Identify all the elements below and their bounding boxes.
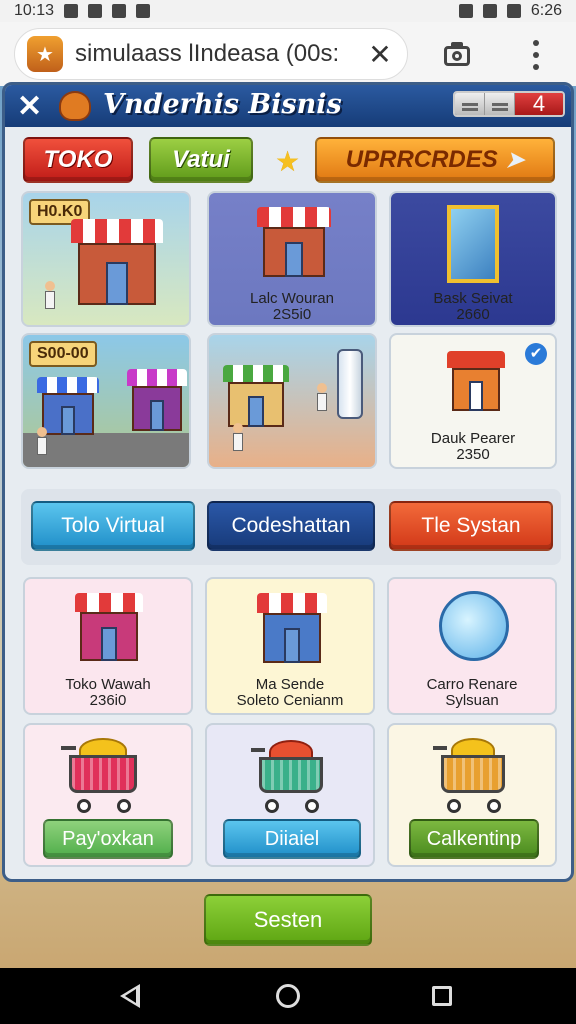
- category-bar: Tolo Virtual Codeshattan Tle Systan: [21, 489, 561, 565]
- shopping-cart-icon: [61, 735, 145, 813]
- product-grid: Toko Wawah 236i0 Ma Sende Soleto Cenianm…: [21, 577, 561, 869]
- recent-apps-icon[interactable]: [432, 986, 452, 1006]
- shopper-icon: [37, 427, 47, 455]
- card-subtitle: Sylsuan: [445, 692, 499, 709]
- card-price: 236i0: [89, 692, 127, 709]
- shopper-icon: [45, 281, 55, 309]
- tab-vatui[interactable]: Vatui: [149, 137, 253, 183]
- close-tab-icon[interactable]: ✕: [365, 38, 395, 71]
- list-icon[interactable]: [455, 93, 485, 115]
- download-icon: [88, 4, 103, 18]
- shop-icon: [127, 369, 187, 431]
- card-name: Lalc Wouran: [250, 290, 334, 307]
- house-icon: [447, 351, 505, 411]
- window-controls: 4: [453, 91, 565, 117]
- panel-titlebar: ✕ Vnderhis Bisnis 4: [5, 85, 571, 127]
- card-price: 2350: [456, 446, 490, 463]
- system-button[interactable]: Tle Systan: [389, 501, 553, 551]
- check-icon: ✔: [525, 343, 547, 365]
- card-name: Ma Sende: [255, 676, 325, 693]
- arrow-right-icon: ➤: [505, 147, 525, 172]
- notification-icon: [64, 4, 79, 18]
- upgrades-button[interactable]: UPRRCRDES ➤: [315, 137, 555, 183]
- system-nav-bar: [0, 968, 576, 1024]
- crystal-ball-icon: [439, 591, 509, 661]
- shop-icon: [257, 593, 327, 663]
- panel-close-icon[interactable]: ✕: [17, 89, 42, 124]
- battery-time: 6:26: [530, 2, 562, 19]
- codeshattan-button[interactable]: Codeshattan: [207, 501, 375, 551]
- shop-icon: [75, 593, 143, 661]
- card-name: Toko Wawah: [65, 676, 151, 693]
- back-icon[interactable]: [120, 984, 140, 1008]
- business-card-dauk[interactable]: ✔ Dauk Pearer 2350: [389, 333, 557, 469]
- emblem-icon: [59, 91, 91, 121]
- sync-icon: [112, 4, 127, 18]
- status-bar: 10:13 6:26: [0, 0, 576, 22]
- window-icon: [447, 205, 499, 283]
- panel-title: Vnderhis Bisnis: [103, 89, 342, 120]
- card-price: 2S5i0: [272, 306, 312, 323]
- settings-icon: [458, 4, 473, 18]
- tab-row: TOKO Vatui ★ UPRRCRDES ➤: [23, 137, 563, 185]
- wifi-icon: [482, 4, 497, 18]
- upgrades-label: UPRRCRDES: [345, 146, 498, 173]
- product-card-carro-renare[interactable]: Carro Renare Sylsuan: [387, 577, 557, 715]
- card-price: 2660: [456, 306, 490, 323]
- business-panel: ✕ Vnderhis Bisnis 4 TOKO Vatui ★ UPRRCRD…: [2, 82, 574, 882]
- tank-icon: [337, 349, 363, 419]
- browser-toolbar: ★ simulaass lIndeasa (00s: ✕: [0, 22, 576, 86]
- tab-toko[interactable]: TOKO: [23, 137, 133, 183]
- worker-icon: [317, 383, 327, 411]
- signal-icon: [506, 4, 521, 18]
- product-card-cart-3[interactable]: Calkentinp: [387, 723, 557, 867]
- shop-icon: [223, 365, 289, 427]
- buy-button[interactable]: Pay'oxkan: [43, 819, 173, 859]
- shop-icon: [71, 219, 163, 305]
- business-card-bask[interactable]: Bask Seivat 2660: [389, 191, 557, 327]
- business-card-factory[interactable]: [207, 333, 377, 469]
- product-card-toko-wawah[interactable]: Toko Wawah 236i0: [23, 577, 193, 715]
- business-card-market[interactable]: S00-00: [21, 333, 191, 469]
- checkout-button[interactable]: Calkentinp: [409, 819, 539, 859]
- business-grid: H0.K0 Lalc Wouran 2S5i0 Bask Seivat 2660…: [21, 191, 561, 477]
- site-favicon-icon: ★: [27, 36, 63, 72]
- shopping-cart-icon: [251, 737, 331, 813]
- minimize-icon[interactable]: [485, 93, 515, 115]
- product-card-ma-sende[interactable]: Ma Sende Soleto Cenianm: [205, 577, 375, 715]
- url-text[interactable]: simulaass lIndeasa (00s:: [75, 40, 365, 68]
- more-menu-icon[interactable]: [528, 40, 544, 70]
- product-card-cart-1[interactable]: Pay'oxkan: [23, 723, 193, 867]
- card-name: Carro Renare: [426, 676, 518, 693]
- shopping-cart-icon: [433, 735, 513, 813]
- dial-button[interactable]: Diiaiel: [223, 819, 361, 859]
- tolo-virtual-button[interactable]: Tolo Virtual: [31, 501, 195, 551]
- business-card-lalc[interactable]: Lalc Wouran 2S5i0: [207, 191, 377, 327]
- home-icon[interactable]: [276, 984, 300, 1008]
- count-badge[interactable]: 4: [515, 93, 563, 115]
- url-bar[interactable]: ★ simulaass lIndeasa (00s: ✕: [14, 28, 408, 80]
- card-subtitle: Soleto Cenianm: [236, 692, 344, 709]
- image-icon: [136, 4, 151, 18]
- card-name: Bask Seivat: [433, 290, 513, 307]
- business-card-toko[interactable]: H0.K0: [21, 191, 191, 327]
- shop-icon: [257, 207, 331, 277]
- card-name: Dauk Pearer: [430, 430, 516, 447]
- worker-icon: [233, 423, 243, 451]
- clock: 10:13: [14, 2, 55, 19]
- product-card-cart-2[interactable]: Diiaiel: [205, 723, 375, 867]
- sesten-button[interactable]: Sesten: [204, 894, 372, 946]
- star-icon: ★: [275, 146, 301, 177]
- card-tag: S00-00: [29, 341, 97, 367]
- camera-icon[interactable]: [442, 40, 472, 68]
